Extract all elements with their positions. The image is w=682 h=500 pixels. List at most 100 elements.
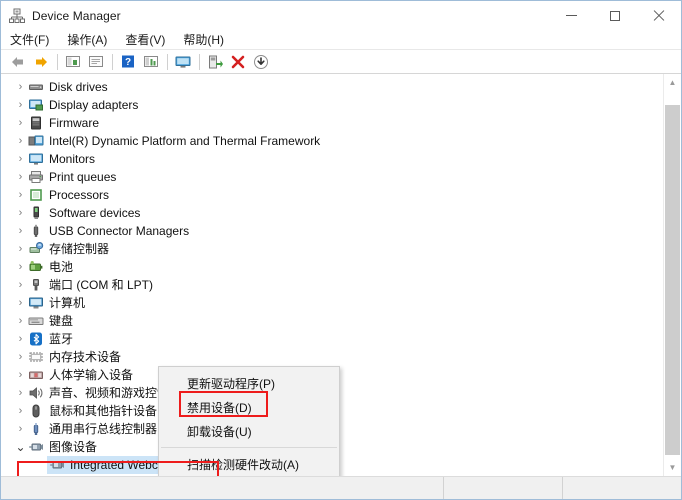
tree-row[interactable]: › Print queues (1, 168, 663, 186)
close-button[interactable] (637, 1, 681, 30)
scan-hardware-changes-button[interactable] (172, 52, 194, 72)
status-segment-2 (444, 477, 563, 499)
tree-row[interactable]: › Monitors (1, 150, 663, 168)
tree-row[interactable]: › 键盘 (1, 312, 663, 330)
maximize-icon (610, 10, 620, 21)
tree-row[interactable]: › USB Connector Managers (1, 222, 663, 240)
keyboard-icon (28, 317, 44, 325)
firmware-icon (31, 116, 41, 130)
chevron-right-icon[interactable]: › (13, 276, 28, 294)
download-arrow-icon (254, 54, 268, 69)
vertical-scrollbar[interactable]: ▲ ▼ (663, 74, 681, 476)
chevron-right-icon[interactable]: › (13, 78, 28, 96)
chevron-right-icon[interactable]: › (13, 384, 28, 402)
tree-row-label: Intel(R) Dynamic Platform and Thermal Fr… (49, 134, 321, 148)
chevron-right-icon[interactable]: › (13, 168, 28, 186)
toolbar: ? (1, 50, 681, 74)
back-button[interactable] (7, 52, 29, 72)
update-driver-icon (209, 55, 223, 68)
scrollbar-track[interactable] (664, 91, 681, 459)
disk-drive-icon (28, 79, 44, 95)
menu-help[interactable]: 帮助(H) (183, 31, 233, 48)
chevron-right-icon[interactable]: › (13, 312, 28, 330)
chevron-right-icon[interactable]: › (13, 96, 28, 114)
chevron-right-icon[interactable]: › (13, 402, 28, 420)
chevron-down-icon[interactable]: ⌄ (13, 441, 28, 453)
forward-button[interactable] (30, 52, 52, 72)
tree-row-label: 端口 (COM 和 LPT) (49, 278, 153, 292)
arrow-right-icon (36, 56, 47, 67)
status-bar (1, 476, 681, 499)
chevron-right-icon[interactable]: › (13, 114, 28, 132)
ctx-disable-device[interactable]: 禁用设备(D) (159, 395, 339, 419)
chevron-right-icon[interactable]: › (13, 132, 28, 150)
monitor-scan-icon (175, 56, 191, 68)
chip-icon (28, 133, 44, 149)
tree-row-label: Firmware (49, 116, 99, 130)
tree-row[interactable]: › Display adapters (1, 96, 663, 114)
chevron-right-icon[interactable]: › (13, 240, 28, 258)
tree-row[interactable]: › 存储控制器 (1, 240, 663, 258)
tree-row[interactable]: › 电池 (1, 258, 663, 276)
tree-row[interactable]: › 端口 (COM 和 LPT) (1, 276, 663, 294)
maximize-button[interactable] (593, 1, 637, 30)
tree-row-label: 内存技术设备 (49, 350, 122, 364)
menu-file[interactable]: 文件(F) (10, 31, 58, 48)
memory-technology-icon (29, 352, 43, 362)
menu-view[interactable]: 查看(V) (125, 31, 174, 48)
devices-view-icon (144, 56, 158, 67)
chevron-right-icon[interactable]: › (13, 348, 28, 366)
tree-row[interactable]: › Firmware (1, 114, 663, 132)
scrollbar-thumb[interactable] (665, 105, 680, 455)
scroll-up-button[interactable]: ▲ (664, 74, 681, 91)
tree-row[interactable]: › Software devices (1, 204, 663, 222)
usb-icon (28, 223, 44, 239)
usb-controller-icon (33, 423, 39, 435)
tree-row[interactable]: › Processors (1, 186, 663, 204)
chevron-right-icon[interactable]: › (13, 222, 28, 240)
webcam-icon (50, 461, 64, 469)
title-bar: Device Manager (1, 1, 681, 30)
ctx-scan-hardware-changes[interactable]: 扫描检测硬件改动(A) (159, 452, 339, 476)
memory-technology-icon (28, 349, 44, 365)
ctx-update-driver[interactable]: 更新驱动程序(P) (159, 371, 339, 395)
toolbar-separator (167, 53, 168, 70)
chevron-right-icon[interactable]: › (13, 330, 28, 348)
chevron-right-icon[interactable]: › (13, 204, 28, 222)
keyboard-icon (28, 313, 44, 329)
svg-text:?: ? (125, 57, 131, 68)
chip-icon (28, 135, 44, 146)
disable-device-button[interactable] (227, 52, 249, 72)
toolbar-separator (199, 53, 200, 70)
tree-row-label: 鼠标和其他指针设备 (49, 404, 158, 418)
chevron-right-icon[interactable]: › (13, 366, 28, 384)
tree-row[interactable]: › 计算机 (1, 294, 663, 312)
help-button[interactable]: ? (117, 52, 139, 72)
hid-icon (28, 367, 44, 383)
view-devices-button[interactable] (140, 52, 162, 72)
minimize-button[interactable] (549, 1, 593, 30)
tree-row-label: Software devices (49, 206, 141, 220)
red-x-icon (231, 55, 245, 68)
tree-row-label: 计算机 (49, 296, 86, 310)
chevron-right-icon[interactable]: › (13, 258, 28, 276)
chevron-right-icon[interactable]: › (13, 150, 28, 168)
chevron-right-icon[interactable]: › (13, 294, 28, 312)
tree-row[interactable]: › 内存技术设备 (1, 348, 663, 366)
chevron-right-icon[interactable]: › (13, 186, 28, 204)
tree-row[interactable]: › Disk drives (1, 78, 663, 96)
tree-row-label: 键盘 (49, 314, 74, 328)
chevron-right-icon[interactable]: › (13, 420, 28, 438)
webcam-icon (49, 457, 65, 473)
scroll-down-button[interactable]: ▼ (664, 459, 681, 476)
tree-row[interactable]: › 蓝牙 (1, 330, 663, 348)
tree-row[interactable]: › Intel(R) Dynamic Platform and Thermal F… (1, 132, 663, 150)
show-hide-console-tree-button[interactable] (62, 52, 84, 72)
disk-drive-icon (29, 84, 43, 90)
menu-action[interactable]: 操作(A) (67, 31, 116, 48)
uninstall-device-button[interactable] (250, 52, 272, 72)
context-menu[interactable]: 更新驱动程序(P)禁用设备(D)卸载设备(U)扫描检测硬件改动(A)属性(R) (158, 366, 340, 476)
properties-button[interactable] (85, 52, 107, 72)
ctx-uninstall-device[interactable]: 卸载设备(U) (159, 419, 339, 443)
update-driver-button[interactable] (204, 52, 226, 72)
